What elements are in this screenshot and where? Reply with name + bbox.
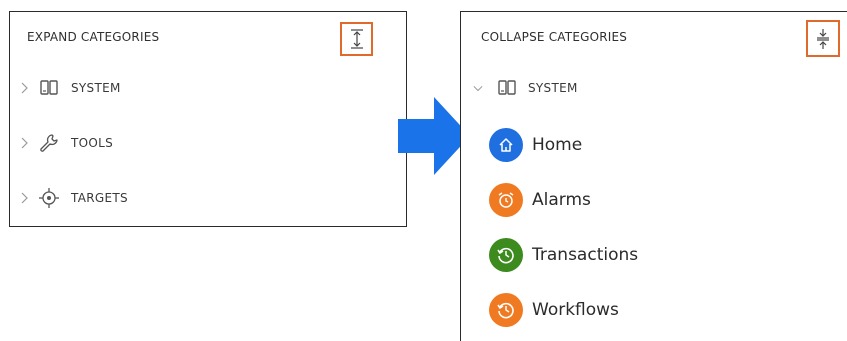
alarm-clock-icon (489, 183, 523, 217)
category-label: TOOLS (71, 136, 114, 150)
panel-title: EXPAND CATEGORIES (27, 30, 160, 44)
list-item-home[interactable]: Home (461, 125, 847, 165)
category-label: SYSTEM (71, 81, 121, 95)
item-label: Transactions (532, 245, 639, 265)
expand-all-button[interactable] (340, 22, 373, 56)
list-item-workflows[interactable]: Workflows (461, 290, 847, 330)
category-row-tools[interactable]: TOOLS (10, 128, 406, 158)
item-label: Alarms (532, 190, 591, 210)
panel-header: COLLAPSE CATEGORIES (461, 12, 847, 62)
device-icon (496, 77, 518, 99)
category-label: SYSTEM (528, 81, 578, 95)
category-label: TARGETS (71, 191, 128, 205)
collapse-vertical-icon (817, 28, 829, 49)
chevron-down-icon[interactable] (473, 82, 483, 94)
item-label: Home (532, 135, 583, 155)
history-icon (489, 293, 523, 327)
chevron-right-icon[interactable] (19, 137, 29, 149)
category-row-system[interactable]: SYSTEM (10, 73, 406, 103)
list-item-alarms[interactable]: Alarms (461, 180, 847, 220)
panel-title: COLLAPSE CATEGORIES (481, 30, 628, 44)
chevron-right-icon[interactable] (19, 192, 29, 204)
list-item-transactions[interactable]: Transactions (461, 235, 847, 275)
history-icon (489, 238, 523, 272)
collapse-all-button[interactable] (806, 20, 840, 57)
expand-categories-panel: EXPAND CATEGORIES SYSTEM TOOLS TARGETS (9, 11, 407, 227)
item-label: Workflows (532, 300, 619, 320)
wrench-icon (38, 132, 60, 154)
device-icon (38, 77, 60, 99)
category-row-targets[interactable]: TARGETS (10, 183, 406, 213)
panel-header: EXPAND CATEGORIES (10, 12, 406, 62)
expand-vertical-icon (350, 29, 363, 49)
home-icon (489, 128, 523, 162)
category-row-system[interactable]: SYSTEM (461, 73, 847, 103)
target-icon (38, 187, 60, 209)
collapse-categories-panel: COLLAPSE CATEGORIES SYSTEM Home Alarms T… (460, 11, 847, 341)
chevron-right-icon[interactable] (19, 82, 29, 94)
